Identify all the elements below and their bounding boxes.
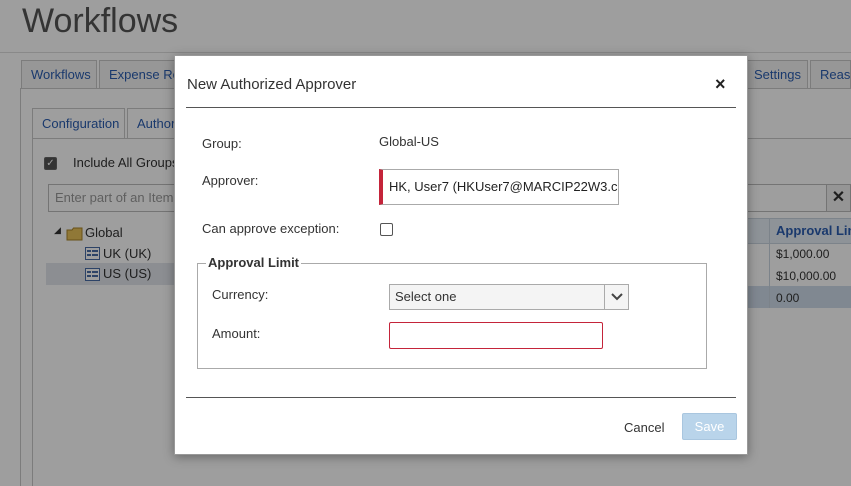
dialog-footer-divider	[186, 397, 736, 398]
currency-select[interactable]: Select one	[389, 284, 629, 310]
can-approve-exception-label: Can approve exception:	[202, 221, 340, 236]
new-authorized-approver-dialog: New Authorized Approver × Group: Global-…	[174, 55, 748, 455]
approval-limit-fieldset	[197, 263, 707, 369]
chevron-down-icon[interactable]	[604, 285, 628, 309]
approval-limit-legend: Approval Limit	[206, 255, 302, 270]
close-icon[interactable]: ×	[715, 74, 726, 95]
amount-label: Amount:	[212, 326, 261, 341]
currency-label: Currency:	[212, 287, 269, 302]
save-button[interactable]: Save	[682, 413, 737, 440]
group-value: Global-US	[379, 134, 439, 149]
dialog-title: New Authorized Approver	[187, 76, 357, 93]
amount-field[interactable]	[389, 322, 603, 349]
dialog-header-divider	[186, 107, 736, 108]
approver-field[interactable]: HK, User7 (HKUser7@MARCIP22W3.cc	[379, 169, 619, 205]
can-approve-exception-checkbox[interactable]	[380, 223, 393, 236]
cancel-button[interactable]: Cancel	[624, 420, 664, 435]
currency-selected-value: Select one	[395, 289, 457, 304]
approver-label: Approver:	[202, 173, 259, 188]
group-label: Group:	[202, 136, 242, 151]
